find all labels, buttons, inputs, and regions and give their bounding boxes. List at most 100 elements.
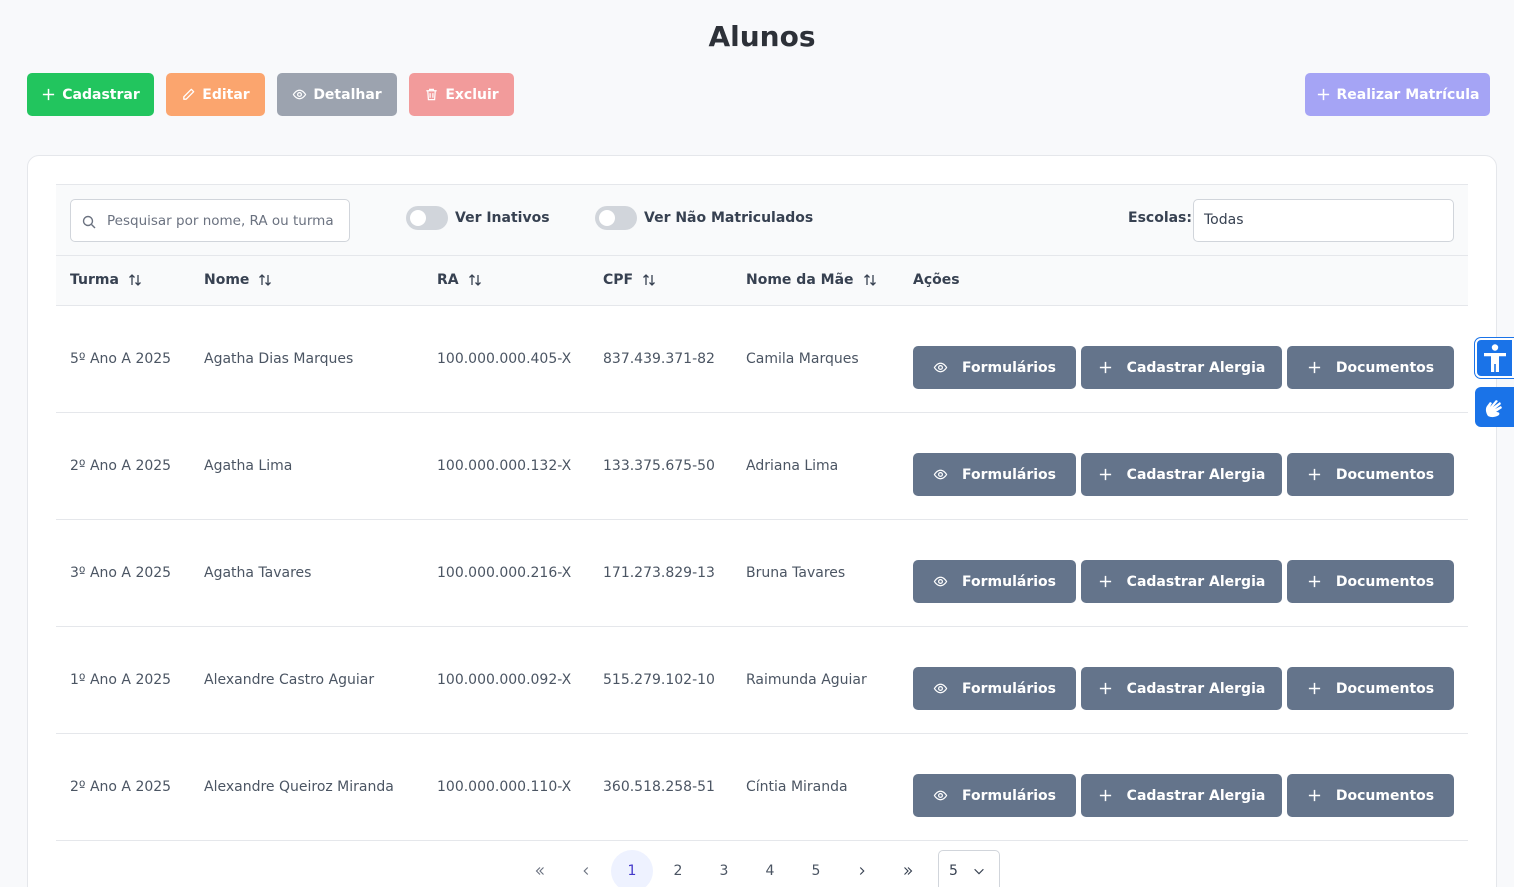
double-chevron-right-icon <box>904 867 913 875</box>
next-page-button[interactable] <box>841 850 883 887</box>
cell-cpf: 837.439.371-82 <box>603 351 715 367</box>
chevron-down-icon <box>974 868 984 875</box>
cadastrar-alergia-button[interactable]: Cadastrar Alergia <box>1081 560 1282 603</box>
sort-icon <box>259 274 272 286</box>
plus-icon <box>43 88 55 101</box>
eye-icon <box>933 576 948 587</box>
cadastrar-alergia-label: Cadastrar Alergia <box>1126 359 1266 376</box>
editar-label: Editar <box>202 86 250 103</box>
cadastrar-label: Cadastrar <box>62 86 140 103</box>
plus-icon <box>1308 361 1321 374</box>
formularios-button[interactable]: Formulários <box>913 560 1076 603</box>
plus-icon <box>1308 468 1321 481</box>
chevron-left-icon <box>583 867 589 875</box>
eye-icon <box>933 469 948 480</box>
plus-icon <box>1308 575 1321 588</box>
escolas-label: Escolas: <box>1128 210 1192 226</box>
cell-turma: 3º Ano A 2025 <box>70 565 172 581</box>
documentos-button[interactable]: Documentos <box>1287 774 1454 817</box>
sign-language-icon <box>1485 400 1502 418</box>
page-1-button[interactable]: 1 <box>611 850 653 887</box>
cell-ra: 100.000.000.216-X <box>437 565 572 581</box>
detalhar-button[interactable]: Detalhar <box>277 73 397 116</box>
formularios-button[interactable]: Formulários <box>913 774 1076 817</box>
header-turma[interactable]: Turma <box>70 272 143 288</box>
sign-language-button[interactable] <box>1475 387 1514 427</box>
chevron-right-icon <box>859 867 865 875</box>
formularios-label: Formulários <box>962 680 1056 697</box>
cell-mae: Raimunda Aguiar <box>746 672 867 688</box>
cadastrar-alergia-button[interactable]: Cadastrar Alergia <box>1081 346 1282 389</box>
cadastrar-alergia-button[interactable]: Cadastrar Alergia <box>1081 453 1282 496</box>
pagination: 1 2 3 4 5 5 <box>0 850 1514 887</box>
first-page-button[interactable] <box>519 850 561 887</box>
prev-page-button[interactable] <box>565 850 607 887</box>
rows-per-page-value: 5 <box>949 863 958 879</box>
page-2-button[interactable]: 2 <box>657 850 699 887</box>
cell-nome: Alexandre Castro Aguiar <box>204 672 375 688</box>
table-row: 2º Ano A 2025 Agatha Lima 100.000.000.132-… <box>56 413 1468 520</box>
header-cpf[interactable]: CPF <box>603 272 657 288</box>
sort-icon <box>863 274 876 286</box>
documentos-button[interactable]: Documentos <box>1287 560 1454 603</box>
formularios-button[interactable]: Formulários <box>913 667 1076 710</box>
cadastrar-alergia-button[interactable]: Cadastrar Alergia <box>1081 774 1282 817</box>
header-nome-da-mae[interactable]: Nome da Mãe <box>746 272 878 288</box>
formularios-button[interactable]: Formulários <box>913 346 1076 389</box>
documentos-label: Documentos <box>1335 359 1435 376</box>
documentos-button[interactable]: Documentos <box>1287 346 1454 389</box>
double-chevron-left-icon <box>535 867 544 875</box>
page-4-button[interactable]: 4 <box>749 850 791 887</box>
page-5-button[interactable]: 5 <box>795 850 837 887</box>
plus-icon <box>1099 468 1111 481</box>
cell-ra: 100.000.000.092-X <box>437 672 572 688</box>
plus-icon <box>1099 789 1111 802</box>
cadastrar-alergia-button[interactable]: Cadastrar Alergia <box>1081 667 1282 710</box>
search-input[interactable] <box>107 200 343 241</box>
trash-icon <box>426 88 437 101</box>
header-ra[interactable]: RA <box>437 272 483 288</box>
excluir-button[interactable]: Excluir <box>409 73 514 116</box>
plus-icon <box>1308 789 1321 802</box>
eye-icon <box>933 683 948 694</box>
accessibility-button[interactable] <box>1475 338 1514 378</box>
cell-turma: 2º Ano A 2025 <box>70 458 172 474</box>
escolas-select[interactable]: Todas <box>1193 199 1454 242</box>
formularios-label: Formulários <box>962 359 1056 376</box>
rows-per-page-select[interactable]: 5 <box>938 850 1000 887</box>
cell-nome: Agatha Dias Marques <box>204 351 354 367</box>
pencil-icon <box>183 88 195 100</box>
realizar-matricula-button[interactable]: Realizar Matrícula <box>1305 73 1490 116</box>
table-row: 5º Ano A 2025 Agatha Dias Marques 100.000.… <box>56 306 1468 413</box>
documentos-button[interactable]: Documentos <box>1287 453 1454 496</box>
header-nome[interactable]: Nome <box>204 272 273 288</box>
eye-icon <box>293 89 307 100</box>
cell-ra: 100.000.000.405-X <box>437 351 572 367</box>
sort-icon <box>643 274 656 286</box>
editar-button[interactable]: Editar <box>166 73 265 116</box>
sort-icon <box>128 274 141 286</box>
cell-nome: Agatha Tavares <box>204 565 312 581</box>
cadastrar-button[interactable]: Cadastrar <box>27 73 154 116</box>
search-box[interactable] <box>70 199 350 242</box>
formularios-label: Formulários <box>962 787 1056 804</box>
sort-icon <box>468 274 481 286</box>
ver-nao-matriculados-toggle[interactable] <box>595 206 637 230</box>
cell-nome: Alexandre Queiroz Miranda <box>204 779 394 795</box>
cell-cpf: 360.518.258-51 <box>603 779 715 795</box>
documentos-button[interactable]: Documentos <box>1287 667 1454 710</box>
last-page-button[interactable] <box>887 850 929 887</box>
cadastrar-alergia-label: Cadastrar Alergia <box>1126 787 1266 804</box>
cell-turma: 5º Ano A 2025 <box>70 351 172 367</box>
eye-icon <box>933 362 948 373</box>
accessibility-icon <box>1483 344 1506 372</box>
cadastrar-alergia-label: Cadastrar Alergia <box>1126 573 1266 590</box>
excluir-label: Excluir <box>445 86 499 103</box>
ver-inativos-toggle[interactable] <box>406 206 448 230</box>
formularios-button[interactable]: Formulários <box>913 453 1076 496</box>
page-title: Alunos <box>708 20 816 53</box>
plus-icon <box>1099 682 1111 695</box>
plus-icon <box>1099 575 1111 588</box>
page-3-button[interactable]: 3 <box>703 850 745 887</box>
cell-mae: Adriana Lima <box>746 458 839 474</box>
